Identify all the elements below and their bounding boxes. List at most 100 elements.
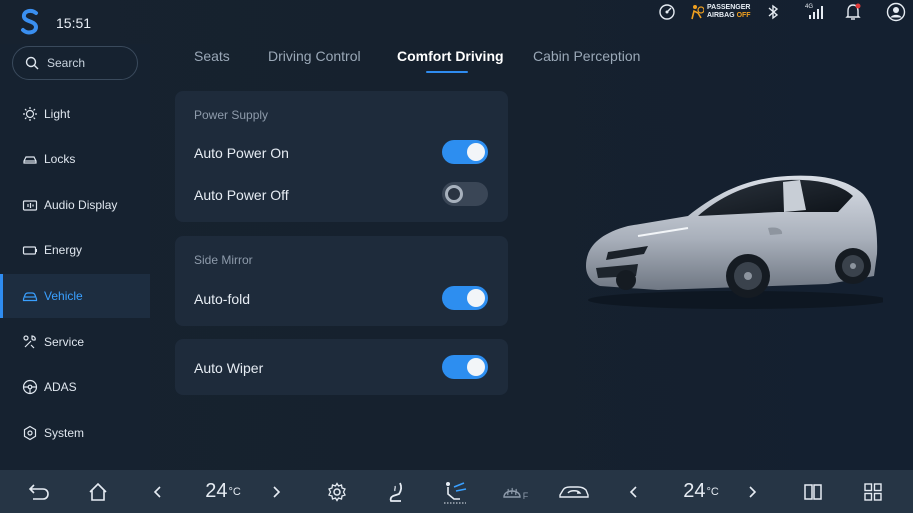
back-button[interactable] bbox=[24, 470, 54, 513]
auto-power-off-toggle[interactable] bbox=[442, 182, 488, 206]
right-temp-value: 24 bbox=[683, 480, 706, 502]
home-icon bbox=[89, 482, 107, 501]
back-icon bbox=[28, 483, 49, 500]
defrost-label: F bbox=[522, 490, 529, 501]
airbag-status: PASSENGER AIRBAG OFF bbox=[690, 0, 752, 24]
auto-fold-label: Auto-fold bbox=[194, 291, 251, 307]
sidebar-item-audio-display[interactable]: Audio Display bbox=[0, 183, 150, 227]
front-defrost-icon bbox=[503, 487, 521, 498]
settings-button[interactable] bbox=[324, 470, 350, 513]
toggle-knob bbox=[445, 185, 463, 203]
vehicle-icon bbox=[22, 288, 38, 304]
search-placeholder: Search bbox=[47, 56, 86, 70]
wiper-card: Auto Wiper bbox=[175, 339, 508, 395]
sidebar-item-system[interactable]: System bbox=[0, 411, 150, 455]
auto-power-off-label: Auto Power Off bbox=[194, 187, 289, 203]
toggle-knob bbox=[467, 358, 485, 376]
power-supply-card: Power Supply Auto Power On Auto Power Of… bbox=[175, 91, 508, 222]
cellular-signal-icon: 4G bbox=[803, 0, 827, 24]
system-icon bbox=[22, 425, 38, 441]
vehicle-illustration bbox=[586, 175, 883, 309]
right-temperature: 24 °C bbox=[676, 470, 726, 513]
airbag-state: OFF bbox=[736, 12, 751, 19]
auto-wiper-label: Auto Wiper bbox=[194, 360, 264, 376]
sidebar-item-adas[interactable]: ADAS bbox=[0, 365, 150, 409]
settings-sidebar: Search Light Locks Audio Display Energy … bbox=[0, 44, 150, 470]
status-bar: 15:51 PASSENGER AIRBAG OFF 4G bbox=[0, 0, 913, 44]
adas-icon bbox=[22, 379, 38, 395]
auto-power-on-toggle[interactable] bbox=[442, 140, 488, 164]
tab-seats[interactable]: Seats bbox=[194, 48, 230, 64]
left-temp-up-button[interactable] bbox=[268, 470, 286, 513]
sidebar-item-service[interactable]: Service bbox=[0, 320, 150, 364]
tab-cabin-perception[interactable]: Cabin Perception bbox=[533, 48, 640, 64]
user-account-icon[interactable] bbox=[885, 0, 907, 24]
side-mirror-card: Side Mirror Auto-fold bbox=[175, 236, 508, 326]
sidebar-item-label: System bbox=[44, 426, 85, 440]
active-tab-indicator bbox=[426, 71, 468, 73]
settings-screen: 15:51 PASSENGER AIRBAG OFF 4G Search Lig… bbox=[0, 0, 913, 470]
sidebar-item-label: Locks bbox=[44, 152, 76, 166]
seat-heat-icon bbox=[389, 482, 402, 502]
sidebar-item-label: Service bbox=[44, 335, 85, 349]
app-grid-icon bbox=[864, 482, 882, 501]
card-title: Side Mirror bbox=[194, 253, 253, 267]
app-logo-icon bbox=[21, 8, 39, 35]
bottom-dock: 24 °C F 24 °C bbox=[0, 470, 913, 513]
chevron-left-icon bbox=[629, 485, 637, 498]
right-temp-down-button[interactable] bbox=[624, 470, 642, 513]
locks-icon bbox=[22, 151, 38, 167]
airbag-icon bbox=[691, 5, 704, 20]
airflow-mode-button[interactable] bbox=[440, 470, 470, 513]
temp-unit: °C bbox=[228, 485, 241, 498]
left-temp-value: 24 bbox=[205, 480, 228, 502]
toggle-knob bbox=[467, 143, 485, 161]
sidebar-item-label: Energy bbox=[44, 243, 83, 257]
left-temperature: 24 °C bbox=[198, 470, 248, 513]
auto-fold-toggle[interactable] bbox=[442, 286, 488, 310]
clock: 15:51 bbox=[56, 15, 92, 31]
sidebar-item-energy[interactable]: Energy bbox=[0, 228, 150, 272]
recirculation-button[interactable] bbox=[556, 470, 592, 513]
car-recirculation-icon bbox=[559, 485, 589, 498]
settings-gear-icon bbox=[328, 481, 346, 502]
front-defrost-button[interactable]: F bbox=[500, 470, 530, 513]
chevron-right-icon bbox=[273, 485, 281, 498]
right-temp-up-button[interactable] bbox=[744, 470, 762, 513]
sidebar-item-label: ADAS bbox=[44, 380, 77, 394]
audio-display-icon bbox=[22, 197, 38, 213]
temp-unit: °C bbox=[706, 485, 719, 498]
steering-wheel-speed-icon bbox=[656, 0, 678, 24]
app-grid-button[interactable] bbox=[860, 470, 886, 513]
sidebar-item-label: Vehicle bbox=[44, 289, 83, 303]
home-button[interactable] bbox=[84, 470, 112, 513]
search-input[interactable]: Search bbox=[12, 46, 138, 80]
light-icon bbox=[22, 106, 38, 122]
sidebar-item-light[interactable]: Light bbox=[0, 92, 150, 136]
split-screen-button[interactable] bbox=[800, 470, 826, 513]
seat-heat-button[interactable] bbox=[384, 470, 410, 513]
card-title: Power Supply bbox=[194, 108, 269, 122]
auto-power-on-label: Auto Power On bbox=[194, 145, 289, 161]
network-type: 4G bbox=[805, 4, 814, 10]
chevron-left-icon bbox=[153, 485, 161, 498]
airbag-line1: PASSENGER bbox=[707, 4, 751, 11]
bluetooth-icon bbox=[764, 0, 782, 24]
sidebar-item-locks[interactable]: Locks bbox=[0, 137, 150, 181]
tab-comfort-driving[interactable]: Comfort Driving bbox=[397, 48, 504, 64]
search-icon bbox=[25, 56, 39, 70]
airflow-mode-icon bbox=[444, 481, 467, 503]
service-icon bbox=[22, 334, 38, 350]
auto-wiper-toggle[interactable] bbox=[442, 355, 488, 379]
left-temp-down-button[interactable] bbox=[148, 470, 166, 513]
split-screen-icon bbox=[804, 483, 822, 500]
chevron-right-icon bbox=[749, 485, 757, 498]
toggle-knob bbox=[467, 289, 485, 307]
sidebar-item-vehicle[interactable]: Vehicle bbox=[0, 274, 150, 318]
tab-driving-control[interactable]: Driving Control bbox=[268, 48, 361, 64]
sidebar-item-label: Light bbox=[44, 107, 71, 121]
notification-bell-icon[interactable] bbox=[843, 0, 863, 24]
airbag-line2: AIRBAG bbox=[707, 12, 735, 19]
energy-icon bbox=[22, 242, 38, 258]
sidebar-item-label: Audio Display bbox=[44, 198, 118, 212]
